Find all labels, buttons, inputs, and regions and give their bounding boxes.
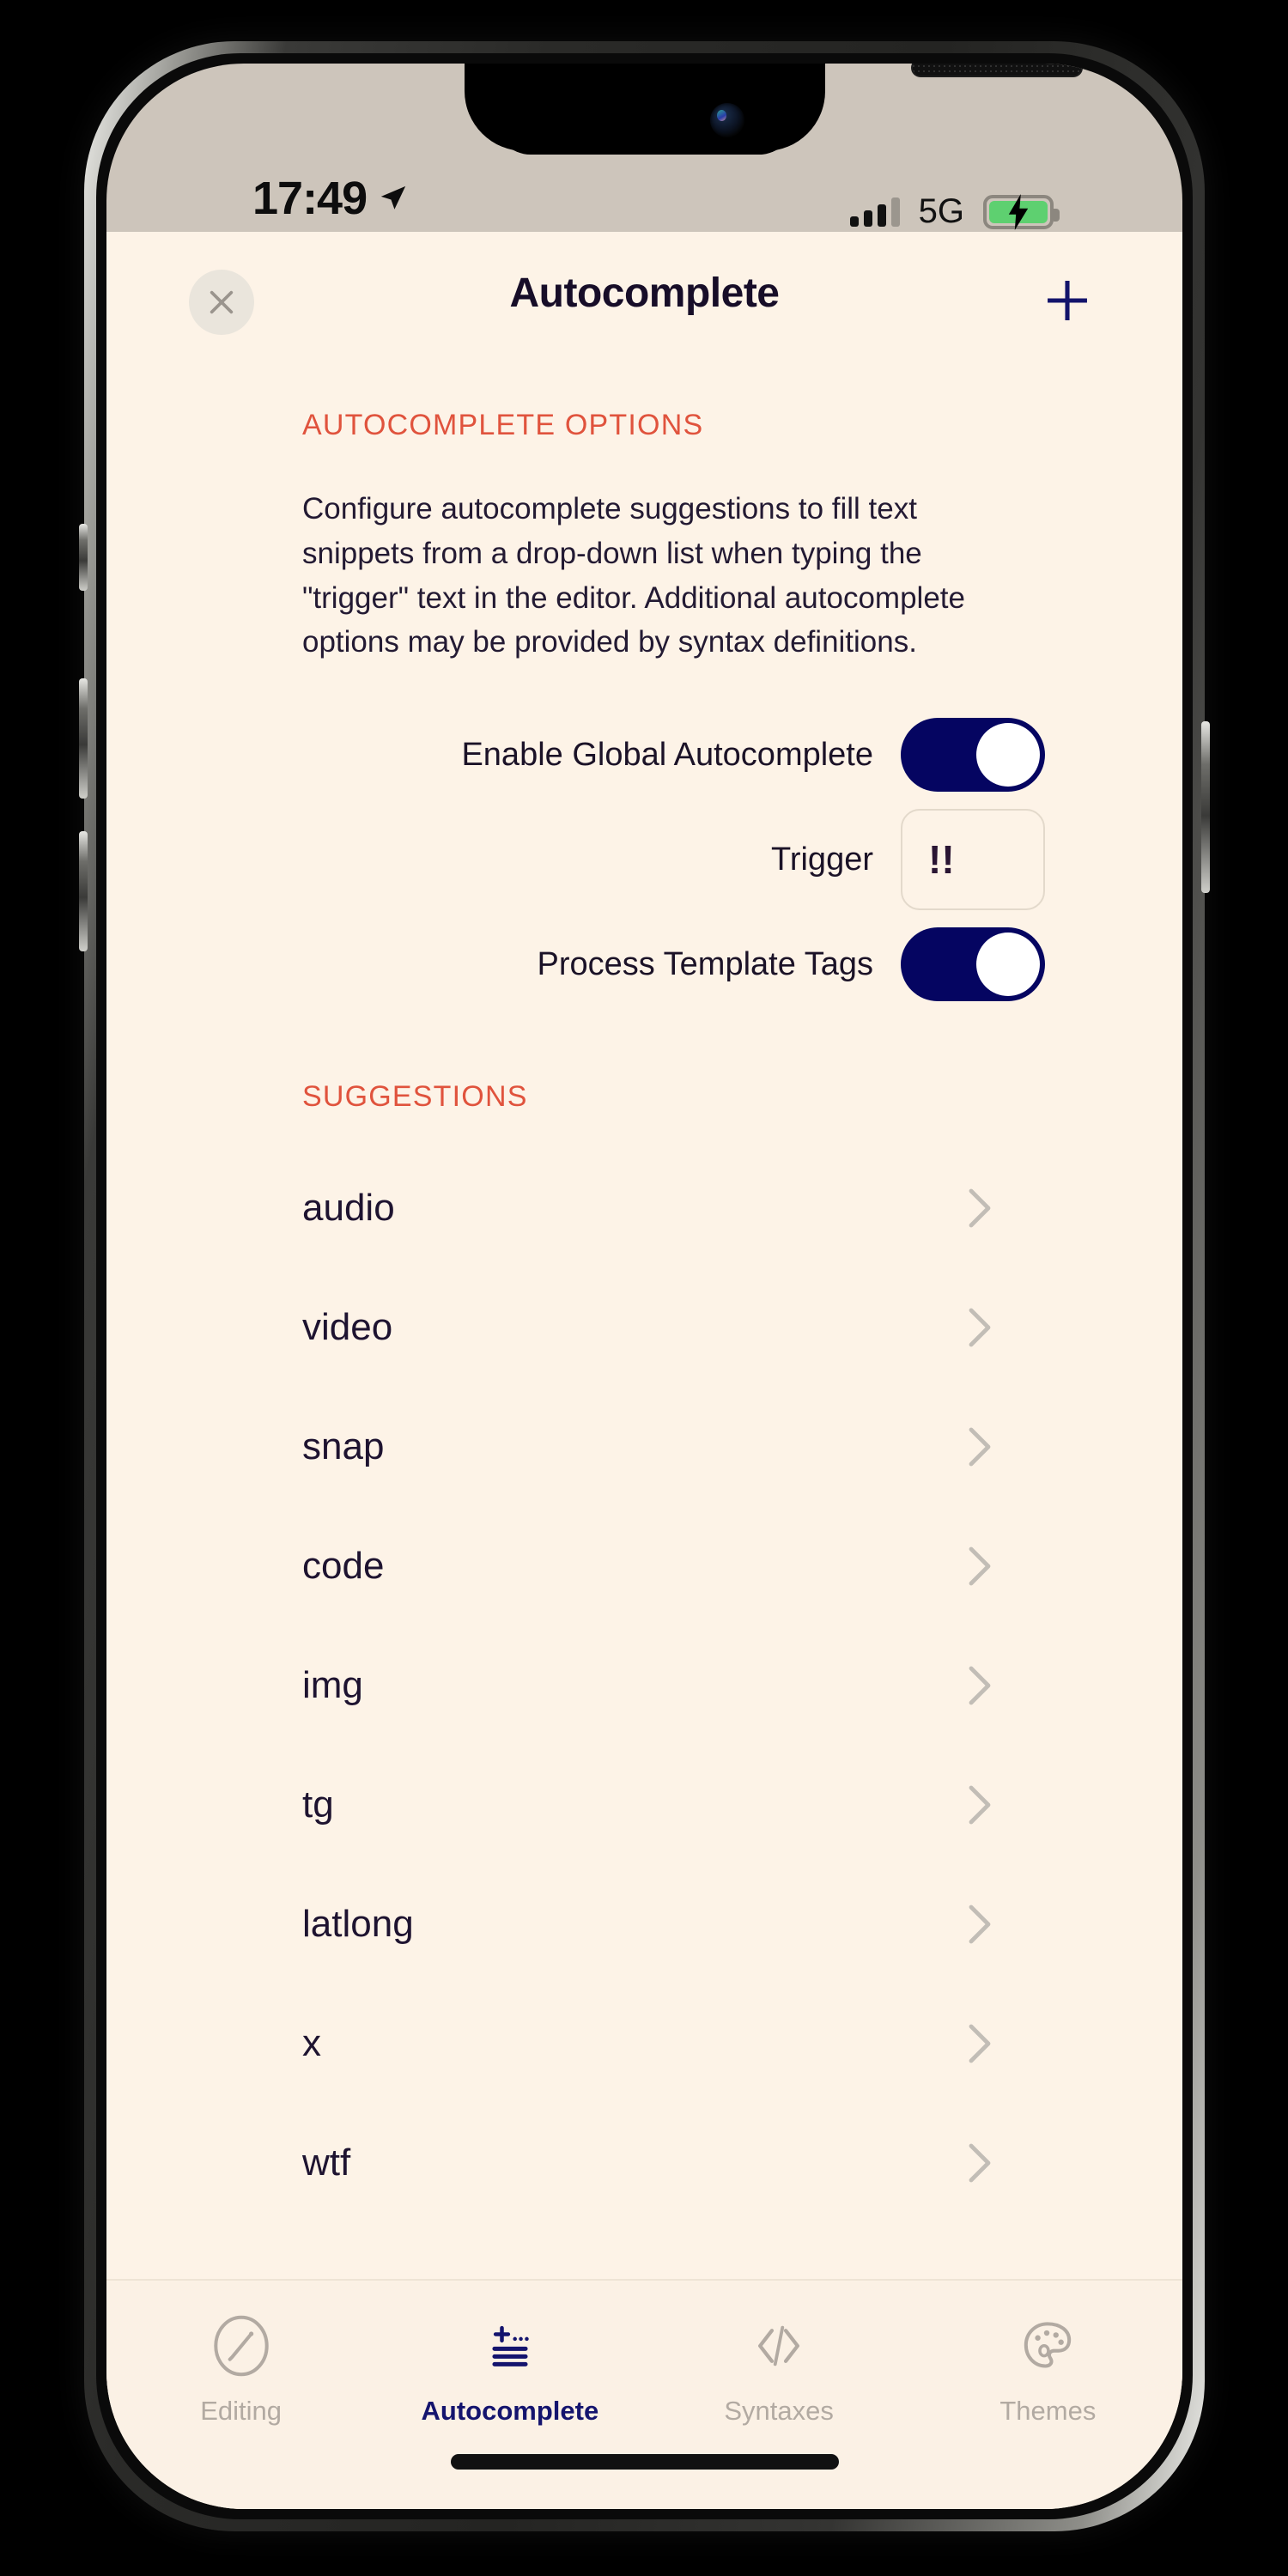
suggestions-list: audio video snap code img tg latlong x wtf <box>106 1148 1182 2222</box>
chevron-right-icon <box>968 1546 992 1587</box>
notch-pill <box>495 82 795 155</box>
trigger-input[interactable]: !! <box>901 809 1045 910</box>
list-item-label: x <box>302 2022 321 2065</box>
battery-charging-icon <box>983 195 1054 229</box>
list-item-label: code <box>302 1545 384 1588</box>
code-brackets-icon <box>746 2313 811 2379</box>
autocomplete-lines-icon <box>477 2313 543 2379</box>
list-item[interactable]: video <box>106 1267 1182 1387</box>
list-item[interactable]: latlong <box>106 1864 1182 1984</box>
list-item[interactable]: code <box>106 1506 1182 1625</box>
list-item[interactable]: wtf <box>106 2103 1182 2222</box>
volume-down-button[interactable] <box>79 831 88 951</box>
page-title: Autocomplete <box>106 270 1182 317</box>
network-type-label: 5G <box>919 192 964 231</box>
tab-syntaxes[interactable]: Syntaxes <box>645 2313 914 2427</box>
status-indicators: 5G <box>850 192 1054 231</box>
tab-label: Syntaxes <box>724 2396 834 2427</box>
tab-themes[interactable]: Themes <box>914 2313 1182 2427</box>
location-arrow-icon <box>379 184 408 213</box>
settings-rows: Enable Global Autocomplete Trigger !! Pr… <box>106 702 1182 1017</box>
list-item-label: snap <box>302 1425 384 1468</box>
tab-label: Themes <box>999 2396 1096 2427</box>
list-item-label: video <box>302 1306 392 1349</box>
plus-icon <box>1042 276 1092 325</box>
list-item-label: audio <box>302 1187 395 1230</box>
status-bar: 17:49 ◀ TextExpander 5G <box>106 64 1182 232</box>
list-item[interactable]: x <box>106 1984 1182 2103</box>
setting-row-process-template-tags: Process Template Tags <box>106 912 1045 1017</box>
front-camera-icon <box>710 103 744 137</box>
setting-label: Trigger <box>771 841 873 878</box>
list-item-label: latlong <box>302 1903 414 1946</box>
status-time-group: 17:49 <box>252 172 408 225</box>
home-indicator[interactable] <box>451 2454 839 2470</box>
autocomplete-description: Configure autocomplete suggestions to fi… <box>302 487 987 665</box>
navigation-bar: Autocomplete <box>106 232 1182 369</box>
chevron-right-icon <box>968 1904 992 1945</box>
status-time: 17:49 <box>252 172 367 225</box>
chevron-right-icon <box>968 2023 992 2064</box>
enable-global-autocomplete-toggle[interactable] <box>901 718 1045 792</box>
toggle-knob <box>976 933 1040 996</box>
chevron-right-icon <box>968 1784 992 1826</box>
suggestions-heading: SUGGESTIONS <box>106 1080 1182 1114</box>
list-item-label: wtf <box>302 2142 350 2184</box>
silent-switch[interactable] <box>79 524 88 591</box>
list-item[interactable]: snap <box>106 1387 1182 1506</box>
tab-autocomplete[interactable]: Autocomplete <box>375 2313 644 2427</box>
autocomplete-options-heading: AUTOCOMPLETE OPTIONS <box>106 409 1182 442</box>
chevron-right-icon <box>968 1426 992 1467</box>
chevron-right-icon <box>968 2142 992 2184</box>
setting-row-enable-global-autocomplete: Enable Global Autocomplete <box>106 702 1045 807</box>
tab-editing[interactable]: Editing <box>106 2313 375 2427</box>
setting-label: Enable Global Autocomplete <box>461 737 873 774</box>
list-item[interactable]: audio <box>106 1148 1182 1267</box>
camera-lens-glint <box>717 110 726 121</box>
setting-label: Process Template Tags <box>538 946 873 983</box>
process-template-tags-toggle[interactable] <box>901 927 1045 1001</box>
list-item-label: img <box>302 1664 363 1707</box>
tab-label: Autocomplete <box>422 2396 599 2427</box>
charging-bolt-icon <box>1004 194 1033 230</box>
setting-row-trigger: Trigger !! <box>106 807 1045 912</box>
volume-up-button[interactable] <box>79 678 88 799</box>
add-suggestion-button[interactable] <box>1033 266 1102 335</box>
list-item[interactable]: img <box>106 1625 1182 1745</box>
screenshot-root: 17:49 ◀ TextExpander 5G <box>0 0 1288 2576</box>
tab-label: Editing <box>200 2396 282 2427</box>
pencil-circle-icon <box>209 2313 274 2379</box>
app-surface: Autocomplete AUTOCOMPLETE OPTIONS Config… <box>106 232 1182 2509</box>
chevron-right-icon <box>968 1307 992 1348</box>
cellular-signal-icon <box>850 197 900 227</box>
toggle-knob <box>976 723 1040 787</box>
list-item[interactable]: tg <box>106 1745 1182 1864</box>
tab-bar: Editing Autocomplete Syntaxes Themes <box>106 2279 1182 2509</box>
earpiece-speaker <box>911 64 1083 77</box>
list-item-label: tg <box>302 1783 334 1826</box>
palette-icon <box>1015 2313 1080 2379</box>
chevron-right-icon <box>968 1665 992 1706</box>
chevron-right-icon <box>968 1188 992 1229</box>
phone-screen: 17:49 ◀ TextExpander 5G <box>106 64 1182 2509</box>
power-button[interactable] <box>1201 721 1210 893</box>
